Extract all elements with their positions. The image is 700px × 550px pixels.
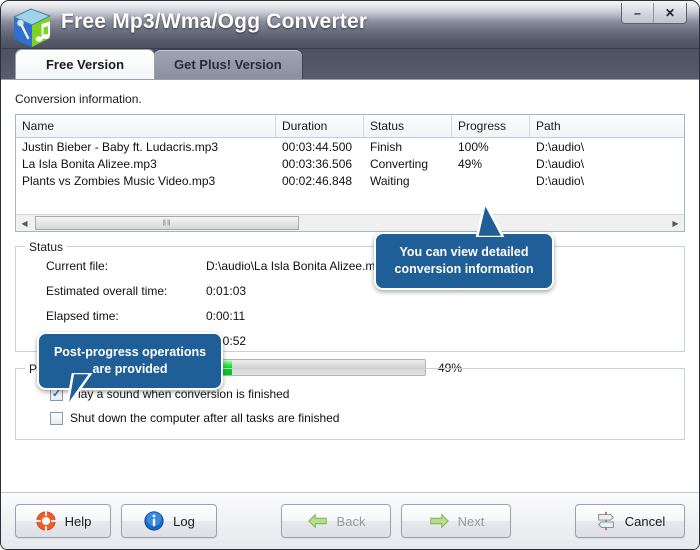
option-label: Shut down the computer after all tasks a… <box>70 411 340 425</box>
cell-duration: 00:03:44.500 <box>282 139 353 154</box>
next-button[interactable]: Next <box>401 504 511 538</box>
tab-free-version[interactable]: Free Version <box>15 49 155 79</box>
close-button[interactable]: ✕ <box>654 3 686 23</box>
status-label: Current file: <box>46 259 109 273</box>
checkbox-shut-down[interactable] <box>50 411 63 425</box>
tab-get-plus-version[interactable]: Get Plus! Version <box>153 49 303 79</box>
status-group-title: Status <box>25 240 68 254</box>
status-value: 0:00:52 <box>206 334 247 348</box>
horizontal-scrollbar[interactable]: ◀ ‖‖ ▶ <box>16 214 684 231</box>
cell-path: D:\audio\ <box>536 173 585 188</box>
cancel-button-label: Cancel <box>624 513 666 529</box>
table-row[interactable]: La Isla Bonita Alizee.mp3 00:03:36.506 C… <box>16 155 684 172</box>
status-row-elapsed-time: Elapsed time: 0:00:11 <box>26 309 674 323</box>
signpost-icon <box>597 511 614 531</box>
minimize-button[interactable]: – <box>622 3 654 23</box>
callout-tail-1 <box>475 201 505 237</box>
main-content: Conversion information. Name Duration St… <box>1 79 699 521</box>
arrow-left-icon <box>307 513 327 529</box>
conversion-information-label: Conversion information. <box>15 92 142 106</box>
file-list: Name Duration Status Progress Path Justi… <box>15 114 685 232</box>
info-icon <box>144 511 164 531</box>
scrollbar-track[interactable]: ‖‖ <box>33 215 667 231</box>
column-header-status[interactable]: Status <box>364 115 452 137</box>
cell-status: Waiting <box>370 173 410 188</box>
scrollbar-thumb[interactable]: ‖‖ <box>35 216 299 230</box>
scrollbar-grip-icon: ‖‖ <box>162 218 172 228</box>
help-button-label: Help <box>64 513 92 529</box>
cell-duration: 00:02:46.848 <box>282 173 353 188</box>
tab-strip: Free Version Get Plus! Version <box>1 49 699 79</box>
column-header-name[interactable]: Name <box>16 115 276 137</box>
callout-tail-2 <box>65 373 93 408</box>
cell-name: Plants vs Zombies Music Video.mp3 <box>22 173 216 188</box>
column-header-path[interactable]: Path <box>530 115 684 137</box>
column-header-duration[interactable]: Duration <box>276 115 364 137</box>
window-title: Free Mp3/Wma/Ogg Converter <box>61 10 368 33</box>
title-bar: Free Mp3/Wma/Ogg Converter – ✕ <box>1 1 699 49</box>
status-label: Elapsed time: <box>46 309 119 323</box>
status-row-estimated-overall-time: Estimated overall time: 0:01:03 <box>26 284 674 298</box>
cell-duration: 00:03:36.506 <box>282 156 353 171</box>
status-value: 0:00:11 <box>206 309 246 323</box>
cell-progress: 49% <box>458 156 483 171</box>
scroll-left-arrow-icon[interactable]: ◀ <box>16 215 33 231</box>
table-row[interactable]: Justin Bieber - Baby ft. Ludacris.mp3 00… <box>16 138 684 155</box>
callout-conversion-info: You can view detailed conversion informa… <box>374 232 554 290</box>
log-button-label: Log <box>173 513 195 529</box>
log-button[interactable]: Log <box>121 504 217 538</box>
file-list-rows: Justin Bieber - Baby ft. Ludacris.mp3 00… <box>16 138 684 189</box>
back-button[interactable]: Back <box>281 504 391 538</box>
cancel-button[interactable]: Cancel <box>575 504 685 538</box>
option-shut-down[interactable]: Shut down the computer after all tasks a… <box>50 411 674 425</box>
music-cube-icon <box>12 8 52 47</box>
cell-progress: 100% <box>458 139 489 154</box>
cell-path: D:\audio\ <box>536 139 585 154</box>
status-row-current-file: Current file: D:\audio\La Isla Bonita Al… <box>26 259 674 273</box>
check-icon: ✓ <box>51 387 62 400</box>
footer-button-bar: Help Log Back Next Cancel <box>1 492 699 549</box>
back-button-label: Back <box>336 513 366 529</box>
column-header-progress[interactable]: Progress <box>452 115 530 137</box>
window-controls: – ✕ <box>621 3 687 24</box>
cell-status: Converting <box>370 156 429 171</box>
cell-name: Justin Bieber - Baby ft. Ludacris.mp3 <box>22 139 219 154</box>
status-label: Estimated overall time: <box>46 284 168 298</box>
help-button[interactable]: Help <box>15 504 111 538</box>
cell-path: D:\audio\ <box>536 156 585 171</box>
cell-status: Finish <box>370 139 403 154</box>
cell-name: La Isla Bonita Alizee.mp3 <box>22 156 157 171</box>
next-button-label: Next <box>457 513 485 529</box>
lifebuoy-icon <box>35 511 56 531</box>
file-list-header: Name Duration Status Progress Path <box>16 115 684 138</box>
application-window: Free Mp3/Wma/Ogg Converter – ✕ Free Vers… <box>0 0 700 550</box>
table-row[interactable]: Plants vs Zombies Music Video.mp3 00:02:… <box>16 172 684 189</box>
scroll-right-arrow-icon[interactable]: ▶ <box>667 215 684 231</box>
arrow-right-icon <box>429 513 449 529</box>
